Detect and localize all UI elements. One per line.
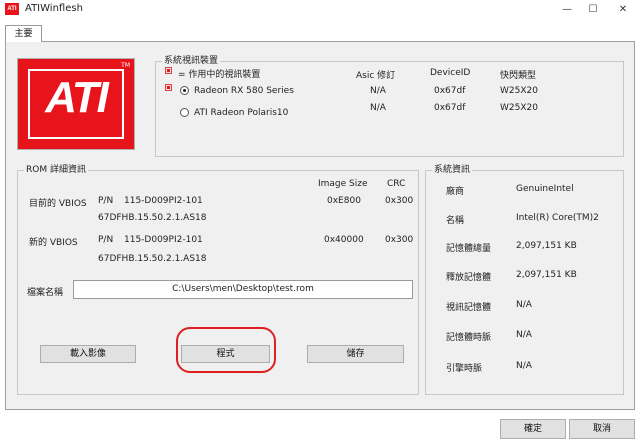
device-name[interactable]: ATI Radeon Polaris10 xyxy=(194,108,288,118)
device-id-header: DeviceID xyxy=(430,68,471,78)
sys-value-vendor: GenuineIntel xyxy=(516,184,574,194)
sys-label-total-memory: 記憶體總量 xyxy=(446,244,492,254)
device-group-title: 系統視訊裝置 xyxy=(162,56,221,67)
device-asic: N/A xyxy=(370,86,386,96)
sys-value-video-memory: N/A xyxy=(516,300,532,310)
sys-label-memory-clock: 記憶體時脈 xyxy=(446,333,492,343)
current-version: 67DFHB.15.50.2.1.AS18 xyxy=(98,213,207,223)
device-flash-type: W25X20 xyxy=(500,86,538,96)
sys-value-memory-clock: N/A xyxy=(516,330,532,340)
crc-header: CRC xyxy=(387,179,406,189)
new-version: 67DFHB.15.50.2.1.AS18 xyxy=(98,254,207,264)
legend-text: = 作用中的視訊裝置 xyxy=(178,70,261,80)
tab-main[interactable]: 主要 xyxy=(5,25,42,42)
new-pn-label: P/N xyxy=(98,235,114,245)
flash-type-header: 快閃類型 xyxy=(500,71,537,81)
current-image-size: 0xE800 xyxy=(327,196,361,206)
device-radio-rx580[interactable] xyxy=(180,86,189,95)
rom-group-title: ROM 詳細資訊 xyxy=(24,165,88,176)
device-id: 0x67df xyxy=(434,86,466,96)
ok-button[interactable]: 確定 xyxy=(500,419,566,439)
new-crc: 0x300 xyxy=(385,235,414,245)
current-vbios-label: 目前的 VBIOS xyxy=(29,199,87,209)
ati-app-icon: ATI xyxy=(5,3,19,15)
file-path-field[interactable]: C:\Users\men\Desktop\test.rom xyxy=(73,280,413,299)
device-radio-polaris10[interactable] xyxy=(180,108,189,117)
current-pn-label: P/N xyxy=(98,196,114,206)
sys-label-video-memory: 視訊記憶體 xyxy=(446,303,492,313)
active-device-icon xyxy=(165,84,172,91)
file-name-label: 檔案名稱 xyxy=(27,288,64,298)
device-asic: N/A xyxy=(370,103,386,113)
image-size-header: Image Size xyxy=(318,179,368,189)
sys-value-total-memory: 2,097,151 KB xyxy=(516,241,577,251)
sys-label-engine-clock: 引擎時脈 xyxy=(446,364,483,374)
device-flash-type: W25X20 xyxy=(500,103,538,113)
logo-text: ATI xyxy=(45,73,109,122)
sys-value-name: Intel(R) Core(TM)2 xyxy=(516,213,599,223)
window-title: ATIWinflesh xyxy=(25,3,83,14)
device-id: 0x67df xyxy=(434,103,466,113)
sys-label-free-memory: 釋放記憶體 xyxy=(446,273,492,283)
sys-label-vendor: 廠商 xyxy=(446,187,465,197)
active-device-icon xyxy=(165,67,172,74)
new-image-size: 0x40000 xyxy=(324,235,364,245)
load-image-button[interactable]: 載入影像 xyxy=(40,345,136,363)
maximize-button[interactable]: ☐ xyxy=(578,0,608,19)
current-pn: 115-D009PI2-101 xyxy=(124,196,203,206)
sys-value-free-memory: 2,097,151 KB xyxy=(516,270,577,280)
sys-value-engine-clock: N/A xyxy=(516,361,532,371)
device-name[interactable]: Radeon RX 580 Series xyxy=(194,86,294,96)
new-pn: 115-D009PI2-101 xyxy=(124,235,203,245)
cancel-button[interactable]: 取消 xyxy=(569,419,635,439)
logo-trademark: TM xyxy=(121,62,130,69)
asic-header: Asic 修訂 xyxy=(356,71,396,81)
program-button-highlight xyxy=(176,327,276,373)
sys-label-name: 名稱 xyxy=(446,216,465,226)
close-button[interactable]: ✕ xyxy=(608,0,638,19)
save-button[interactable]: 儲存 xyxy=(307,345,404,363)
new-vbios-label: 新的 VBIOS xyxy=(29,238,78,248)
title-bar: ATI ATIWinflesh — ☐ ✕ xyxy=(0,0,640,19)
current-crc: 0x300 xyxy=(385,196,414,206)
ati-logo: ATI TM xyxy=(17,58,135,150)
system-group-title: 系統資訊 xyxy=(432,165,473,176)
